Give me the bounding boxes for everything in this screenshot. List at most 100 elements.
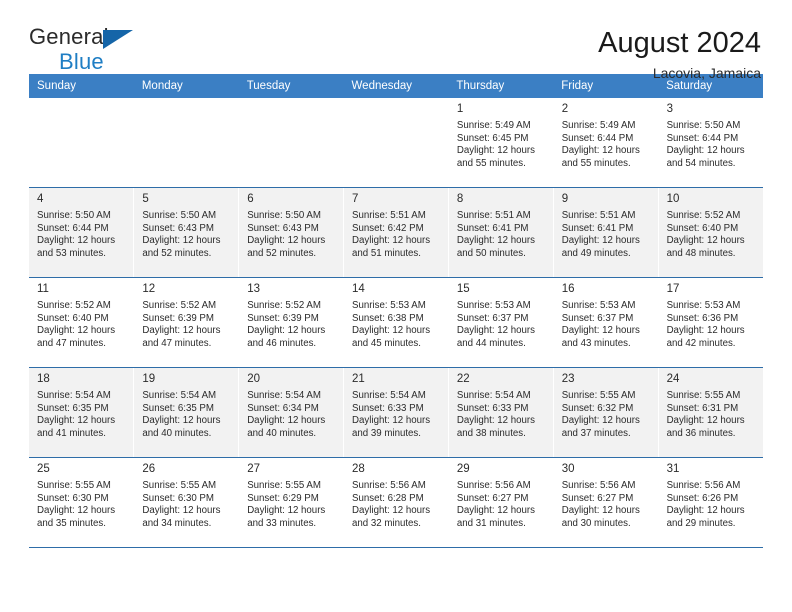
calendar-day-cell[interactable]: 5 Sunrise: 5:50 AM Sunset: 6:43 PM Daylight… — [133, 187, 240, 278]
day-number: 9 — [561, 193, 569, 205]
calendar-day-cell[interactable]: 19 Sunrise: 5:54 AM Sunset: 6:35 PM Dayligh… — [133, 367, 240, 458]
calendar-day-cell[interactable]: 2 Sunrise: 5:49 AM Sunset: 6:44 PM Daylight… — [553, 98, 659, 188]
calendar-day-cell[interactable]: 20 Sunrise: 5:54 AM Sunset: 6:34 PM Dayligh… — [238, 367, 345, 458]
daylight-text: and 45 minutes. — [352, 338, 421, 350]
calendar-day-cell[interactable]: 15 Sunrise: 5:53 AM Sunset: 6:37 PM Dayligh… — [448, 277, 554, 368]
daylight-text: and 55 minutes. — [561, 158, 631, 170]
calendar-cell-empty — [29, 98, 135, 188]
calendar-day-cell[interactable]: 4 Sunrise: 5:50 AM Sunset: 6:44 PM Daylight… — [29, 187, 135, 278]
daylight-text: and 40 minutes. — [247, 428, 317, 440]
daylight-text: Daylight: 12 hours — [666, 145, 745, 157]
daylight-text: Daylight: 12 hours — [142, 235, 221, 247]
daylight-text: Daylight: 12 hours — [37, 415, 116, 427]
daylight-text: Daylight: 12 hours — [456, 505, 535, 517]
sunrise-text: Sunrise: 5:53 AM — [456, 300, 531, 311]
sunrise-text: Sunrise: 5:56 AM — [456, 480, 531, 491]
day-number: 3 — [666, 103, 673, 115]
sunrise-text: Sunrise: 5:55 AM — [247, 480, 321, 491]
calendar-day-cell[interactable]: 12 Sunrise: 5:52 AM Sunset: 6:39 PM Dayligh… — [133, 277, 240, 368]
daylight-text: and 29 minutes. — [666, 518, 736, 530]
calendar-day-cell[interactable]: 27 Sunrise: 5:55 AM Sunset: 6:29 PM Dayligh… — [238, 457, 345, 548]
calendar-day-cell[interactable]: 24 Sunrise: 5:55 AM Sunset: 6:31 PM Dayligh… — [658, 367, 763, 458]
calendar-day-cell[interactable]: 16 Sunrise: 5:53 AM Sunset: 6:37 PM Dayligh… — [553, 277, 659, 368]
daylight-text: Daylight: 12 hours — [142, 325, 221, 337]
sunset-text: Sunset: 6:37 PM — [561, 312, 634, 324]
daylight-text: Daylight: 12 hours — [247, 505, 326, 517]
calendar-cell-content: 24 Sunrise: 5:55 AM Sunset: 6:31 PM Dayligh… — [659, 368, 763, 445]
calendar-day-cell[interactable]: 28 Sunrise: 5:56 AM Sunset: 6:28 PM Dayligh… — [343, 457, 449, 548]
daylight-text: and 47 minutes. — [37, 338, 106, 350]
daylight-text: Daylight: 12 hours — [456, 235, 535, 247]
calendar-day-cell[interactable]: 30 Sunrise: 5:56 AM Sunset: 6:27 PM Dayligh… — [553, 457, 659, 548]
calendar-day-cell[interactable]: 21 Sunrise: 5:54 AM Sunset: 6:33 PM Dayligh… — [343, 367, 449, 458]
calendar-day-cell[interactable]: 11 Sunrise: 5:52 AM Sunset: 6:40 PM Dayligh… — [29, 277, 135, 368]
weekday-header-wednesday: Wednesday — [343, 74, 449, 98]
brand-logo[interactable]: General Blue — [29, 26, 149, 78]
calendar-day-cell[interactable]: 3 Sunrise: 5:50 AM Sunset: 6:44 PM Daylight… — [658, 98, 763, 188]
daylight-text: and 39 minutes. — [352, 428, 421, 440]
day-number: 15 — [456, 283, 470, 295]
daylight-text: and 51 minutes. — [352, 248, 421, 260]
calendar-day-cell[interactable]: 13 Sunrise: 5:52 AM Sunset: 6:39 PM Dayligh… — [238, 277, 345, 368]
sunrise-text: Sunrise: 5:51 AM — [456, 210, 531, 221]
sunset-text: Sunset: 6:35 PM — [37, 402, 109, 414]
daylight-text: Daylight: 12 hours — [352, 415, 431, 427]
day-number: 24 — [666, 373, 680, 385]
calendar-cell-content: 4 Sunrise: 5:50 AM Sunset: 6:44 PM Daylight… — [29, 188, 133, 265]
sunrise-text: Sunrise: 5:54 AM — [142, 390, 217, 401]
calendar-cell-content: 9 Sunrise: 5:51 AM Sunset: 6:41 PM Daylight… — [554, 188, 658, 265]
sunset-text: Sunset: 6:37 PM — [456, 312, 529, 324]
sunset-text: Sunset: 6:44 PM — [666, 132, 739, 144]
calendar-day-cell[interactable]: 9 Sunrise: 5:51 AM Sunset: 6:41 PM Daylight… — [553, 187, 659, 278]
day-number: 23 — [561, 373, 575, 385]
daylight-text: and 53 minutes. — [37, 248, 106, 260]
calendar-day-cell[interactable]: 23 Sunrise: 5:55 AM Sunset: 6:32 PM Dayligh… — [553, 367, 659, 458]
calendar-body: 1 Sunrise: 5:49 AM Sunset: 6:45 PM Daylight… — [29, 98, 763, 548]
day-number: 20 — [247, 373, 260, 385]
calendar-day-cell[interactable]: 7 Sunrise: 5:51 AM Sunset: 6:42 PM Daylight… — [343, 187, 449, 278]
calendar-day-cell[interactable]: 10 Sunrise: 5:52 AM Sunset: 6:40 PM Dayligh… — [658, 187, 763, 278]
daylight-text: and 54 minutes. — [666, 158, 736, 170]
daylight-text: Daylight: 12 hours — [37, 235, 116, 247]
calendar-week-row: 25 Sunrise: 5:55 AM Sunset: 6:30 PM Dayligh… — [29, 457, 763, 548]
sunrise-text: Sunrise: 5:55 AM — [37, 480, 111, 491]
daylight-text: Daylight: 12 hours — [142, 415, 221, 427]
sunrise-text: Sunrise: 5:53 AM — [561, 300, 636, 311]
calendar-day-cell[interactable]: 14 Sunrise: 5:53 AM Sunset: 6:38 PM Dayligh… — [343, 277, 449, 368]
day-number: 22 — [456, 373, 470, 385]
calendar-day-cell[interactable]: 31 Sunrise: 5:56 AM Sunset: 6:26 PM Dayligh… — [658, 457, 763, 548]
daylight-text: Daylight: 12 hours — [456, 415, 535, 427]
page-title: August 2024 — [598, 27, 761, 59]
sunrise-text: Sunrise: 5:49 AM — [456, 120, 531, 131]
calendar-day-cell[interactable]: 6 Sunrise: 5:50 AM Sunset: 6:43 PM Daylight… — [238, 187, 345, 278]
calendar-cell-content: 17 Sunrise: 5:53 AM Sunset: 6:36 PM Dayligh… — [659, 278, 763, 355]
day-number: 11 — [37, 283, 49, 295]
sunset-text: Sunset: 6:32 PM — [561, 402, 634, 414]
calendar-day-cell[interactable]: 18 Sunrise: 5:54 AM Sunset: 6:35 PM Dayligh… — [29, 367, 135, 458]
day-number: 14 — [352, 283, 365, 295]
calendar-day-cell[interactable]: 22 Sunrise: 5:54 AM Sunset: 6:33 PM Dayligh… — [448, 367, 554, 458]
sunset-text: Sunset: 6:28 PM — [352, 492, 424, 504]
calendar-cell-content: 7 Sunrise: 5:51 AM Sunset: 6:42 PM Daylight… — [344, 188, 448, 265]
daylight-text: and 36 minutes. — [666, 428, 736, 440]
day-number: 16 — [561, 283, 575, 295]
calendar-day-cell[interactable]: 17 Sunrise: 5:53 AM Sunset: 6:36 PM Dayligh… — [658, 277, 763, 368]
day-number: 12 — [142, 283, 156, 295]
daylight-text: and 44 minutes. — [456, 338, 526, 350]
calendar-day-cell[interactable]: 25 Sunrise: 5:55 AM Sunset: 6:30 PM Dayligh… — [29, 457, 135, 548]
calendar-day-cell[interactable]: 26 Sunrise: 5:55 AM Sunset: 6:30 PM Dayligh… — [133, 457, 240, 548]
calendar-cell-content: 28 Sunrise: 5:56 AM Sunset: 6:28 PM Dayligh… — [344, 458, 448, 535]
sunrise-text: Sunrise: 5:54 AM — [352, 390, 426, 401]
calendar-day-cell[interactable]: 29 Sunrise: 5:56 AM Sunset: 6:27 PM Dayligh… — [448, 457, 554, 548]
calendar-cell-content: 26 Sunrise: 5:55 AM Sunset: 6:30 PM Dayligh… — [134, 458, 238, 535]
day-number: 26 — [142, 463, 156, 475]
sunset-text: Sunset: 6:40 PM — [666, 222, 739, 234]
calendar-day-cell[interactable]: 1 Sunrise: 5:49 AM Sunset: 6:45 PM Daylight… — [448, 98, 554, 188]
sunrise-text: Sunrise: 5:52 AM — [247, 300, 321, 311]
weekday-header-thursday: Thursday — [448, 74, 554, 98]
calendar-cell-content: 15 Sunrise: 5:53 AM Sunset: 6:37 PM Dayligh… — [449, 278, 553, 355]
day-number: 30 — [561, 463, 575, 475]
day-number: 5 — [142, 193, 149, 205]
calendar-cell-content: 1 Sunrise: 5:49 AM Sunset: 6:45 PM Daylight… — [449, 98, 553, 175]
calendar-day-cell[interactable]: 8 Sunrise: 5:51 AM Sunset: 6:41 PM Daylight… — [448, 187, 554, 278]
